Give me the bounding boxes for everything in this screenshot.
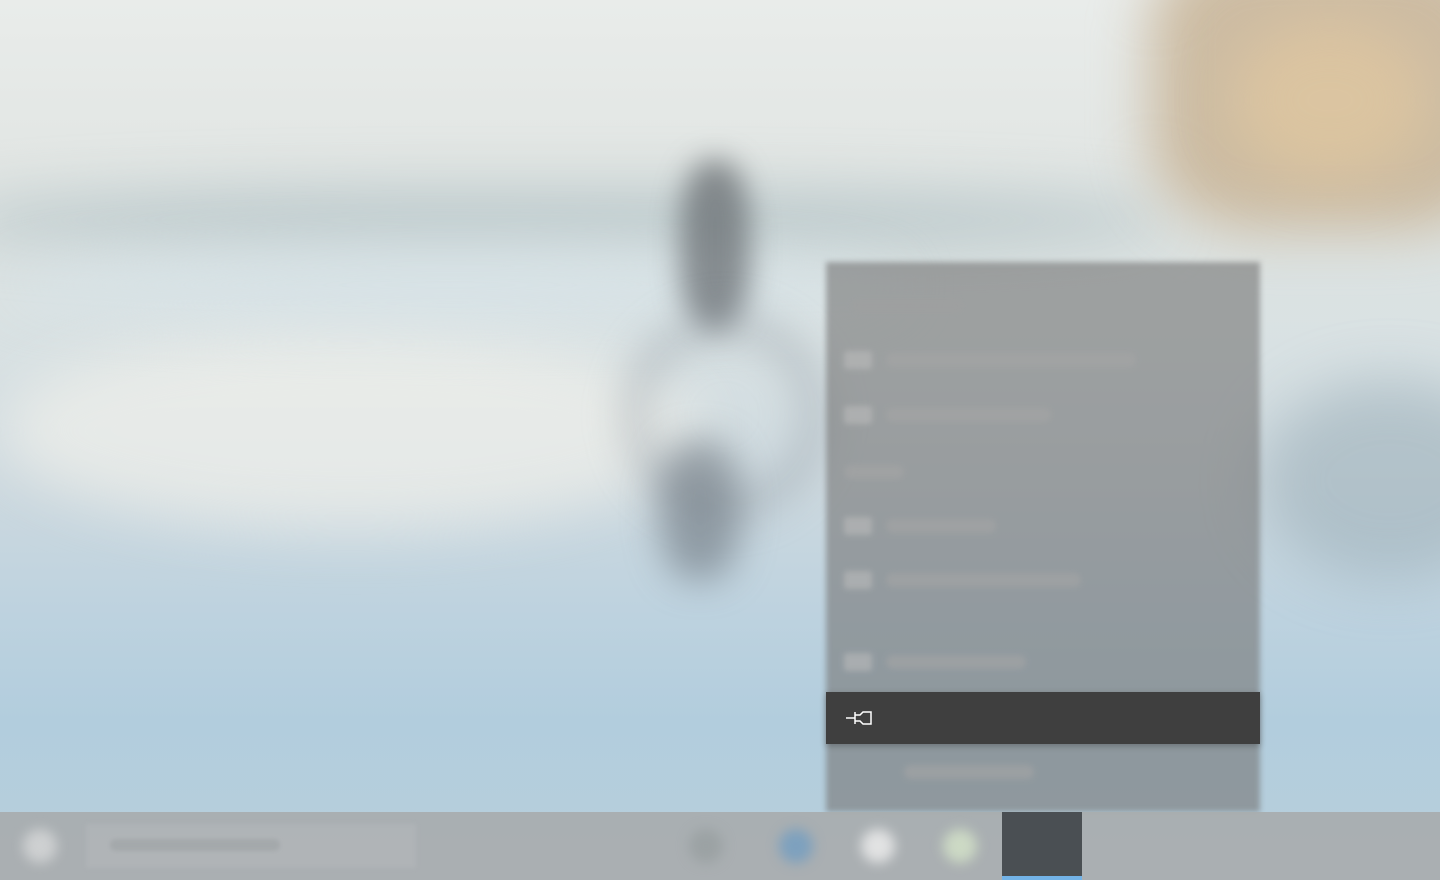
- wallpaper-reflection: [660, 440, 740, 580]
- store-button[interactable]: [920, 812, 1000, 880]
- wallpaper-figure: [680, 160, 750, 330]
- pin-to-taskbar-item[interactable]: [826, 692, 1260, 744]
- item-icon: [844, 406, 872, 424]
- folder-icon: [861, 829, 895, 863]
- task-view-icon: [689, 829, 723, 863]
- wallpaper-glow: [0, 330, 700, 530]
- jump-list-item[interactable]: [844, 405, 1051, 425]
- edge-icon: [779, 829, 813, 863]
- windows-icon: [23, 829, 57, 863]
- edge-button[interactable]: [756, 812, 836, 880]
- store-icon: [943, 829, 977, 863]
- explorer-button[interactable]: [838, 812, 918, 880]
- jump-list-item[interactable]: [844, 762, 1034, 782]
- wallpaper-shore: [1260, 380, 1440, 580]
- start-button[interactable]: [0, 812, 80, 880]
- jump-list-header: [852, 300, 962, 312]
- taskbar: [0, 812, 1440, 880]
- jump-list-item[interactable]: [844, 516, 996, 536]
- item-icon: [844, 517, 872, 535]
- jump-list-subheader: [844, 462, 904, 482]
- item-icon: [844, 571, 872, 589]
- item-icon: [844, 653, 872, 671]
- active-app-button[interactable]: [1002, 812, 1082, 880]
- desktop: [0, 0, 1440, 880]
- wallpaper-wave: [0, 250, 900, 320]
- jump-list-item[interactable]: [844, 350, 1136, 370]
- item-icon: [844, 351, 872, 369]
- search-input[interactable]: [86, 824, 416, 868]
- task-view-button[interactable]: [666, 812, 746, 880]
- wallpaper-cliff-highlight: [1230, 20, 1430, 180]
- pin-icon: [846, 711, 872, 725]
- wallpaper-horizon: [0, 190, 1160, 250]
- search-placeholder: [110, 839, 280, 851]
- jump-list-item[interactable]: [844, 652, 1026, 672]
- jump-list-item[interactable]: [844, 570, 1081, 590]
